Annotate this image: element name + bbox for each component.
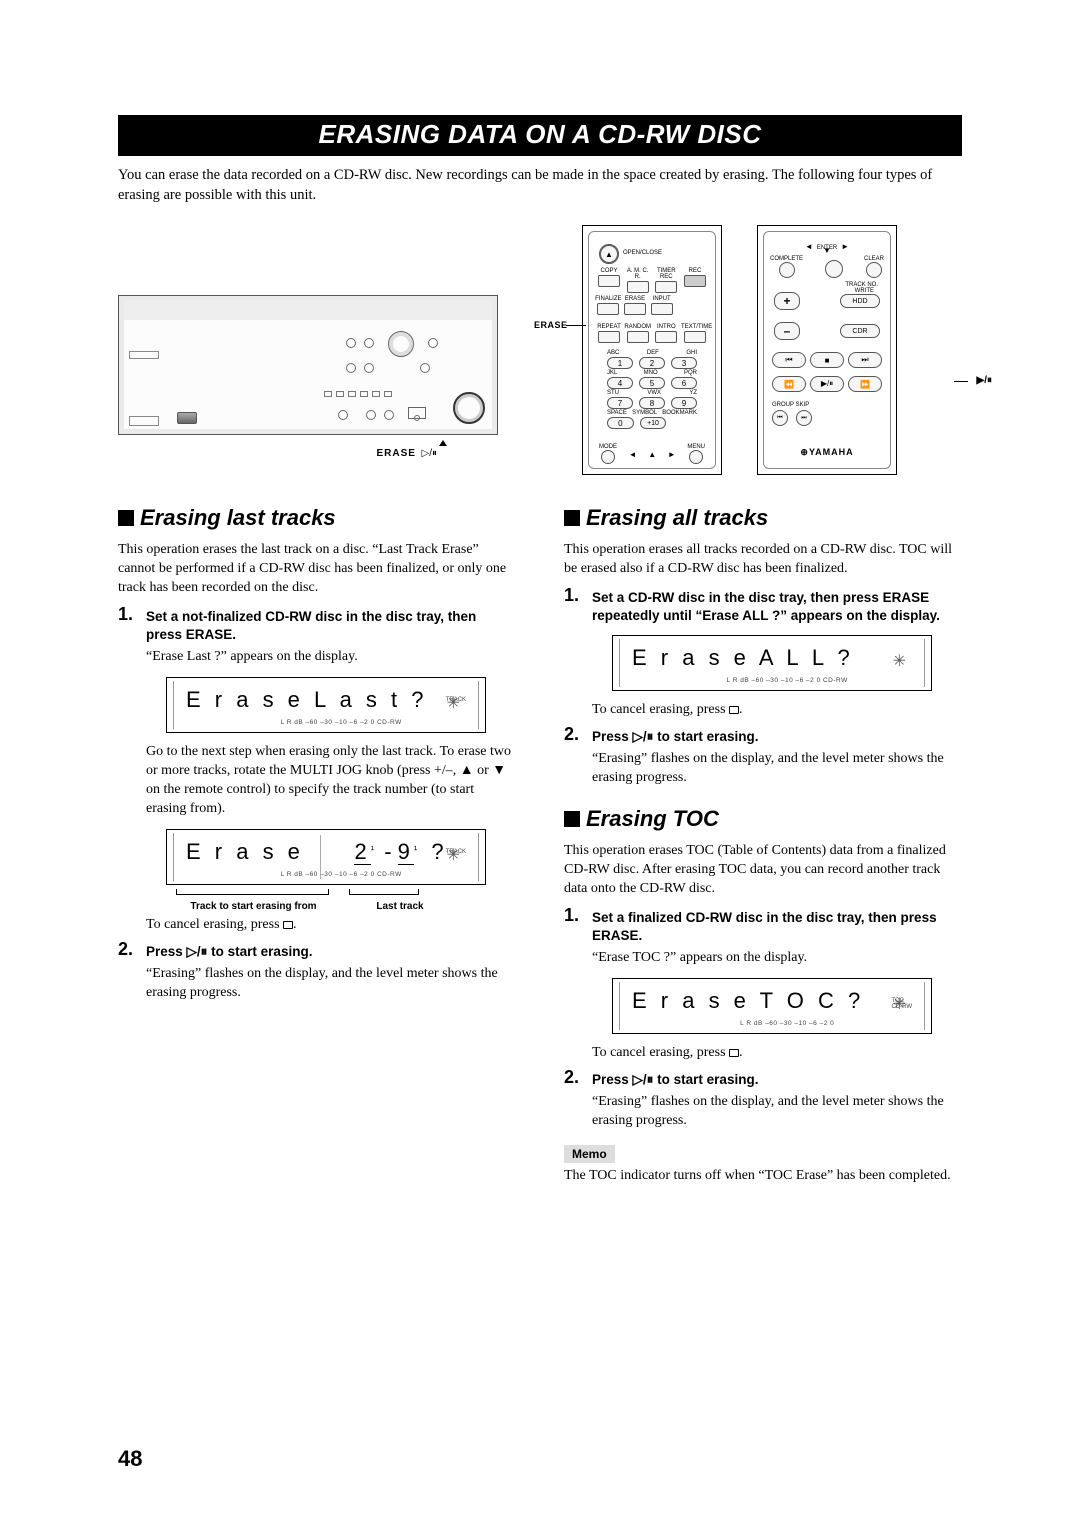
heading-erase-toc: Erasing TOC	[564, 806, 962, 832]
remote-playpause-callout: ▶/⏸	[977, 375, 992, 386]
display-erase-range: E r a s e 2¹ - 9¹ ? ✳ TRACK L R dB –60 –…	[166, 829, 486, 885]
intro-text: You can erase the data recorded on a CD-…	[118, 166, 962, 205]
erase-toc-desc: This operation erases TOC (Table of Cont…	[564, 842, 962, 899]
stop-icon	[729, 1049, 739, 1057]
remote-erase-callout: ERASE	[534, 320, 568, 330]
display-erase-toc: E r a s e T O C ? ✳ TOC CD-RW L R dB –60…	[612, 978, 932, 1034]
erase-all-desc: This operation erases all tracks recorde…	[564, 541, 962, 579]
heading-erase-all: Erasing all tracks	[564, 505, 962, 531]
multi-jog-knob	[453, 392, 485, 424]
memo-text: The TOC indicator turns off when “TOC Er…	[564, 1167, 962, 1186]
display-caption: Track to start erasing from Last track	[166, 901, 516, 912]
erase-last-go-next: Go to the next step when erasing only th…	[146, 743, 516, 819]
remote-diagram: ERASE ▶/⏸ ▲ OPEN/CLOSE COPY A. M. C. R. …	[562, 225, 962, 475]
erase-all-step1: 1. Set a CD-RW disc in the disc tray, th…	[564, 589, 962, 720]
heading-erase-last: Erasing last tracks	[118, 505, 516, 531]
open-close-label: OPEN/CLOSE	[623, 250, 662, 256]
deck-unit-diagram: ERASE ▷/⏸	[118, 295, 498, 435]
deck-erase-label: ERASE ▷/⏸	[377, 448, 437, 459]
page-title-bar: ERASING DATA ON A CD-RW DISC	[118, 115, 962, 156]
open-close-button: ▲	[599, 244, 619, 264]
yamaha-logo: ⊕YAMAHA	[764, 447, 890, 458]
page-number: 48	[118, 1446, 142, 1472]
disc-spin-icon: ✳	[893, 651, 906, 671]
erase-last-desc: This operation erases the last track on …	[118, 541, 516, 598]
erase-toc-step2: 2. Press ▷/⏸ to start erasing. “Erasing”…	[564, 1071, 962, 1131]
display-erase-all: E r a s e A L L ? ✳ L R dB –60 –30 –10 –…	[612, 635, 932, 691]
stop-icon	[283, 921, 293, 929]
erase-last-step1: 1. Set a not-finalized CD-RW disc in the…	[118, 608, 516, 935]
display-erase-last: E r a s e L a s t ? ✳ TRACK L R dB –60 –…	[166, 677, 486, 733]
erase-all-step2: 2. Press ▷/⏸ to start erasing. “Erasing”…	[564, 728, 962, 788]
erase-toc-step1: 1. Set a finalized CD-RW disc in the dis…	[564, 909, 962, 1063]
disc-spin-icon: ✳	[447, 693, 460, 713]
memo-label: Memo	[564, 1145, 615, 1163]
disc-spin-icon: ✳	[447, 845, 460, 865]
cancel-erase-note: To cancel erasing, press .	[146, 916, 516, 935]
diagram-row: ERASE ▷/⏸ ERASE ▶/⏸ ▲ OPEN/CLOSE COPY A.…	[118, 225, 962, 475]
stop-icon	[729, 706, 739, 714]
erase-last-step2: 2. Press ▷/⏸ to start erasing. “Erasing”…	[118, 943, 516, 1003]
